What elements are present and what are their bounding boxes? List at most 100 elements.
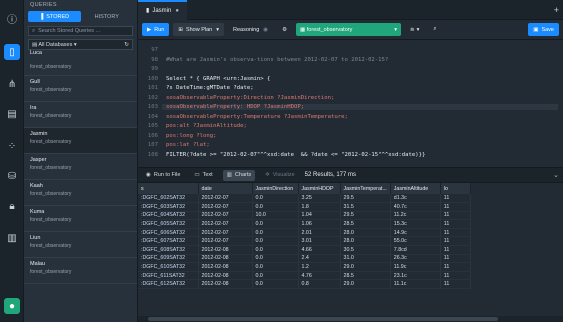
run-to-file-button[interactable]: ◉ Run to File: [142, 170, 184, 181]
table-row[interactable]: :DGFC_612SAT32 2012-02-08 0.0 0.8 29.0 11.1c 1…: [138, 279, 471, 290]
table-cell: 2012-02-07: [198, 228, 253, 238]
database-select[interactable]: ▦ forest_observatory ▾: [296, 23, 402, 36]
query-name: Kaah: [30, 183, 43, 189]
table-cell: 0.8: [298, 279, 341, 290]
search-icon[interactable]: ⌕: [428, 23, 441, 36]
table-row[interactable]: :DGFC_602SAT32 2012-02-07 0.0 3.25 29.5 d1.3c…: [138, 194, 471, 204]
tab-stored[interactable]: ▐ STORED: [28, 11, 81, 22]
query-db: forest_observatory: [30, 269, 72, 275]
save-button[interactable]: ▣ Save: [528, 23, 559, 36]
column-header[interactable]: JasminDirection: [252, 183, 299, 194]
table-cell: 0.0: [252, 219, 299, 229]
table-cell: 2012-02-07: [198, 194, 253, 204]
table-cell: 11: [440, 194, 471, 204]
list-item[interactable]: Gull forest_observatory: [24, 76, 137, 102]
list-item[interactable]: Malau forest_observatory: [24, 258, 137, 284]
tab-stored-label: STORED: [46, 13, 70, 20]
table-cell: :DGFC_602SAT32: [138, 194, 199, 204]
list-item[interactable]: forest_observatory: [24, 62, 137, 76]
query-db: forest_observatory: [30, 139, 72, 145]
line-number: 99: [151, 66, 158, 72]
table-row[interactable]: :DGFC_606SAT32 2012-02-07 0.0 2.01 28.0 14.9c…: [138, 228, 471, 238]
show-plan-button[interactable]: ⊞ Show Plan ▾: [173, 23, 224, 36]
horizontal-scrollbar[interactable]: [138, 316, 563, 322]
table-row[interactable]: :DGFC_609SAT32 2012-02-08 0.0 2.4 31.0 26.3c 1…: [138, 254, 471, 264]
refresh-icon[interactable]: ↻: [124, 42, 129, 48]
new-tab-icon[interactable]: +: [554, 5, 559, 15]
lock-icon[interactable]: 🔒︎: [4, 198, 20, 214]
list-item[interactable]: Liun forest_observatory: [24, 232, 137, 258]
table-icon[interactable]: ▤: [4, 106, 20, 122]
queries-tabs: ▐ STORED HISTORY: [28, 11, 133, 22]
chevron-down-icon[interactable]: ⌄: [553, 171, 559, 179]
table-cell: :DGFC_603SAT32: [138, 202, 199, 212]
editor-tab-bar: ▮ Jasmin ● +: [138, 0, 563, 20]
list-item[interactable]: Kaah forest_observatory: [24, 180, 137, 206]
table-row[interactable]: :DGFC_605SAT32 2012-02-07 0.0 1.06 28.5 15.3c…: [138, 219, 471, 229]
graph-icon[interactable]: ⋔: [4, 76, 20, 92]
table-cell: 2.01: [298, 228, 341, 238]
query-db: forest_observatory: [30, 217, 72, 223]
table-row[interactable]: :DGFC_603SAT32 2012-02-07 0.0 1.8 31.5 40.7c 1…: [138, 202, 471, 212]
column-header[interactable]: JasminHDOP: [298, 183, 341, 194]
table-cell: 10.0: [252, 211, 299, 221]
database-filter-label: All Databases: [38, 41, 73, 48]
table-cell: 31.0: [340, 254, 391, 264]
search-input[interactable]: ⌕ Search Stored Queries ...: [28, 26, 133, 36]
table-cell: 28.5: [340, 219, 391, 229]
table-cell: 11.1c: [390, 279, 441, 290]
code-line: sosaObservableProperty:Temperature ?Jasm…: [166, 113, 348, 120]
list-item[interactable]: Kuma forest_observatory: [24, 206, 137, 232]
settings-gear-icon[interactable]: ⚙: [277, 23, 292, 36]
table-row[interactable]: :DGFC_611SAT32 2012-02-08 0.0 4.76 28.5 23.1c…: [138, 271, 471, 281]
table-cell: 0.0: [252, 254, 299, 264]
reasoning-label: Reasoning: [233, 26, 260, 33]
stored-icon: ▐: [39, 13, 44, 20]
tab-jasmin[interactable]: ▮ Jasmin ●: [138, 0, 187, 20]
main-workspace: ▮ Jasmin ● + ▶ Run ⊞ Show Plan ▾ Reasoni…: [138, 0, 563, 322]
table-cell: 23.1c: [390, 271, 441, 281]
network-icon[interactable]: ⁘: [4, 138, 20, 154]
search-icon: ⌕: [32, 27, 36, 34]
show-plan-label: Show Plan: [185, 26, 213, 33]
table-cell: 29.0: [340, 279, 391, 290]
column-header[interactable]: lo: [440, 183, 471, 194]
column-header[interactable]: JasminTemperat...: [340, 183, 391, 194]
scroll-thumb[interactable]: [148, 317, 498, 321]
line-number: 104: [147, 113, 158, 120]
sparql-editor[interactable]: 97 98 99 100 101 102 103 104 105 106 107…: [138, 41, 563, 163]
table-cell: 40.7c: [390, 202, 441, 212]
tab-history[interactable]: HISTORY: [81, 11, 134, 22]
code-line: #What are Jasmin's observa-tions between…: [166, 56, 389, 63]
visualize-button[interactable]: ✲ Visualize: [261, 170, 299, 181]
charts-view-button[interactable]: ▥ Charts: [222, 169, 256, 181]
database-icon[interactable]: ⛁: [4, 168, 20, 184]
run-button[interactable]: ▶ Run: [142, 23, 170, 36]
document-icon[interactable]: ▯: [4, 44, 20, 60]
logo-icon[interactable]: ●: [4, 298, 20, 314]
code-line: FILTER(?date >= "2012-02-07"^^xsd:date &…: [166, 151, 426, 158]
list-item[interactable]: Ira forest_observatory: [24, 102, 137, 128]
table-cell: :DGFC_610SAT32: [138, 262, 199, 272]
query-db: forest_observatory: [30, 64, 72, 70]
column-header[interactable]: s: [138, 183, 199, 194]
table-cell: 2012-02-08: [198, 279, 253, 290]
column-header[interactable]: JasminAltitude: [390, 183, 441, 194]
info-icon[interactable]: ⓘ: [4, 10, 20, 26]
table-cell: 7.8cd: [390, 245, 441, 255]
reasoning-toggle[interactable]: Reasoning ◉: [228, 23, 273, 36]
book-icon[interactable]: ▥: [4, 230, 20, 246]
plan-icon: ⊞: [178, 26, 183, 33]
visualize-label: Visualize: [272, 172, 295, 178]
table-row[interactable]: :DGFC_604SAT32 2012-02-07 10.0 1.04 29.5 11.2…: [138, 211, 471, 221]
table-row[interactable]: :DGFC_607SAT32 2012-02-07 0.0 3.01 28.0 55.0c…: [138, 236, 471, 247]
table-row[interactable]: :DGFC_610SAT32 2012-02-08 0.0 1.2 29.0 11.9c 1…: [138, 262, 471, 272]
list-item[interactable]: Jasper forest_observatory: [24, 154, 137, 180]
table-row[interactable]: :DGFC_608SAT32 2012-02-08 0.0 4.66 30.5 7.8cd…: [138, 245, 471, 255]
column-header[interactable]: date: [198, 183, 253, 194]
table-cell: 3.01: [298, 236, 341, 247]
list-item[interactable]: Jasmin forest_observatory: [24, 128, 137, 154]
text-view-button[interactable]: ▭ Text: [190, 170, 216, 181]
database-filter-select[interactable]: ▤ All Databases ▾ ↻: [28, 39, 133, 50]
namespaces-dropdown[interactable]: ≋ ▾: [405, 23, 424, 36]
